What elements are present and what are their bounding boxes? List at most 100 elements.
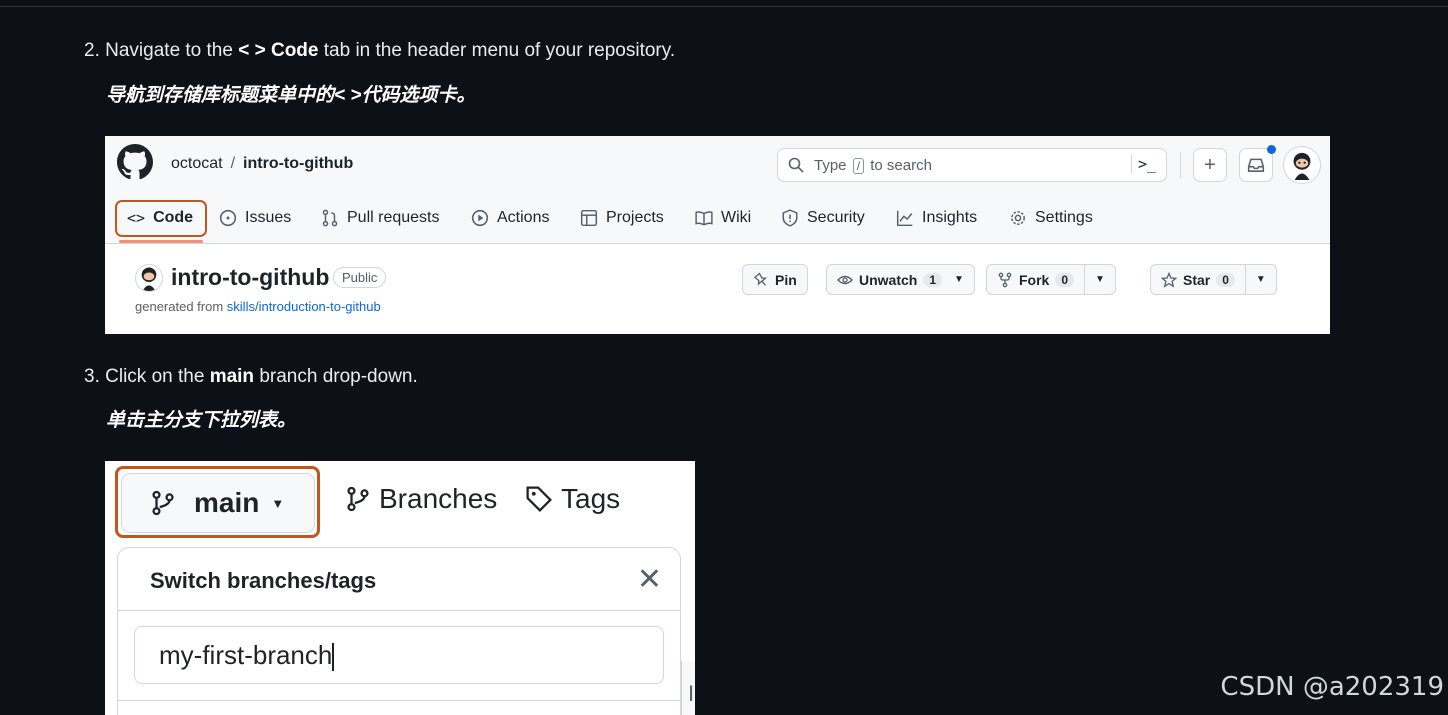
zh-text: 分支下拉列表。: [163, 410, 297, 431]
shield-icon: [782, 209, 798, 227]
repo-owner-avatar: [135, 264, 163, 292]
branch-dropdown-screenshot: main ▼ Branches Tags Switch branches/tag…: [105, 461, 695, 715]
zh-bold: 代码: [361, 85, 400, 106]
notification-dot: [1267, 145, 1276, 154]
unwatch-button[interactable]: Unwatch 1 ▼: [826, 264, 975, 295]
tab-label: Code: [153, 209, 194, 226]
branches-label: Branches: [379, 483, 498, 514]
search-placeholder: to search: [870, 157, 932, 174]
text-cursor: [332, 643, 335, 672]
watch-count: 1: [923, 272, 943, 287]
star-count: 0: [1216, 272, 1235, 287]
selected-tab-underline: [119, 240, 203, 243]
owner-link[interactable]: octocat: [171, 155, 223, 172]
step-2-text: 2. Navigate to the < > Code tab in the h…: [84, 40, 675, 62]
repo-link[interactable]: intro-to-github: [243, 155, 353, 172]
step-3-translation: 单击主分支下拉列表。: [106, 405, 296, 432]
switch-branches-panel: Switch branches/tags ✕ my-first-branch: [117, 547, 681, 715]
tab-label: Security: [807, 209, 865, 226]
fork-icon: [998, 272, 1012, 287]
chevron-down-icon: ▼: [1095, 274, 1105, 285]
pin-icon: [753, 271, 768, 286]
step-3-text: 3. Click on the main branch drop-down.: [84, 366, 418, 388]
search-shortcut-key: /: [852, 158, 865, 174]
step-bold: main: [209, 366, 255, 387]
pin-label: Pin: [775, 271, 797, 288]
book-icon: [695, 211, 713, 226]
gear-icon: [1011, 211, 1025, 225]
tab-projects[interactable]: Projects: [580, 198, 664, 238]
eye-icon: [837, 275, 853, 284]
user-avatar[interactable]: [1283, 146, 1321, 184]
table-icon: [580, 209, 598, 227]
tab-label: Projects: [606, 209, 664, 226]
plus-icon: +: [1204, 154, 1216, 176]
branch-filter-input[interactable]: my-first-branch: [134, 626, 664, 684]
chevron-down-icon: ▼: [1255, 274, 1266, 285]
repo-title[interactable]: intro-to-github: [171, 264, 329, 291]
filter-value: my-first-branch: [159, 640, 333, 670]
zh-text: 单击: [106, 410, 145, 431]
branches-link[interactable]: Branches: [345, 483, 497, 515]
branch-button-highlight: [115, 466, 320, 538]
step-text: tab in the header menu of your repositor…: [318, 40, 676, 61]
star-button[interactable]: Star 0 ▼: [1150, 264, 1277, 295]
command-palette-icon[interactable]: >_: [1130, 155, 1156, 173]
panel-divider: [118, 610, 680, 611]
zh-bold: 主: [144, 410, 164, 431]
breadcrumb: octocat / intro-to-github: [171, 155, 353, 173]
tab-insights[interactable]: Insights: [896, 198, 977, 238]
partial-text: I: [688, 681, 695, 706]
inbox-icon: [1247, 158, 1265, 172]
tab-actions[interactable]: Actions: [471, 198, 549, 238]
fork-count: 0: [1055, 272, 1075, 287]
template-repo-link[interactable]: skills/introduction-to-github: [227, 299, 381, 314]
breadcrumb-separator: /: [230, 155, 236, 172]
search-icon: [788, 157, 804, 173]
pin-button[interactable]: Pin: [742, 264, 808, 295]
github-logo-icon[interactable]: [117, 144, 153, 180]
step-number: 3.: [84, 366, 100, 387]
graph-icon: [896, 210, 913, 227]
play-icon: [471, 209, 489, 227]
create-new-button[interactable]: +: [1193, 148, 1227, 182]
octocat-avatar-icon: [1293, 152, 1311, 180]
panel-divider: [118, 700, 680, 701]
fork-dropdown[interactable]: ▼: [1084, 265, 1105, 294]
tab-label: Actions: [497, 209, 550, 226]
tab-settings[interactable]: Settings: [1009, 198, 1093, 238]
top-divider: [0, 6, 1448, 7]
header-divider: [1180, 152, 1181, 178]
chevron-down-icon: ▼: [954, 274, 964, 285]
zh-text: 导航到存储库标题菜单中的< >: [106, 85, 362, 106]
step-text: Click on the: [105, 366, 210, 387]
step-text: Navigate to the: [105, 40, 239, 61]
tab-wiki[interactable]: Wiki: [695, 198, 751, 238]
panel-title: Switch branches/tags: [150, 568, 377, 593]
tab-pull-requests[interactable]: Pull requests: [321, 198, 440, 238]
fork-button[interactable]: Fork 0 ▼: [986, 264, 1116, 295]
tags-label: Tags: [561, 483, 621, 514]
tab-label: Wiki: [721, 209, 752, 226]
step-number: 2.: [84, 40, 100, 61]
branch-icon: [347, 486, 369, 512]
close-icon[interactable]: ✕: [637, 562, 662, 597]
tags-link[interactable]: Tags: [525, 483, 620, 515]
csdn-watermark: CSDN @a202319: [1220, 672, 1444, 702]
github-header: octocat / intro-to-github Type / to search…: [105, 136, 1330, 244]
star-icon: [1161, 271, 1177, 288]
generated-label: generated from: [135, 299, 224, 314]
fork-label: Fork: [1019, 271, 1050, 288]
step-bold: < > Code: [238, 40, 319, 61]
tab-issues[interactable]: Issues: [219, 198, 291, 238]
search-placeholder: Type: [814, 157, 847, 174]
generated-from: generated from skills/introduction-to-gi…: [135, 299, 381, 314]
tab-security[interactable]: Security: [781, 198, 865, 238]
star-dropdown[interactable]: ▼: [1244, 265, 1266, 294]
github-header-screenshot: octocat / intro-to-github Type / to search…: [105, 136, 1330, 334]
search-input[interactable]: Type / to search >_: [777, 148, 1167, 182]
tab-code[interactable]: <> Code: [127, 198, 193, 238]
visibility-badge: Public: [333, 267, 387, 288]
zh-text: 选项卡。: [399, 85, 476, 106]
background-content: I: [681, 661, 695, 715]
